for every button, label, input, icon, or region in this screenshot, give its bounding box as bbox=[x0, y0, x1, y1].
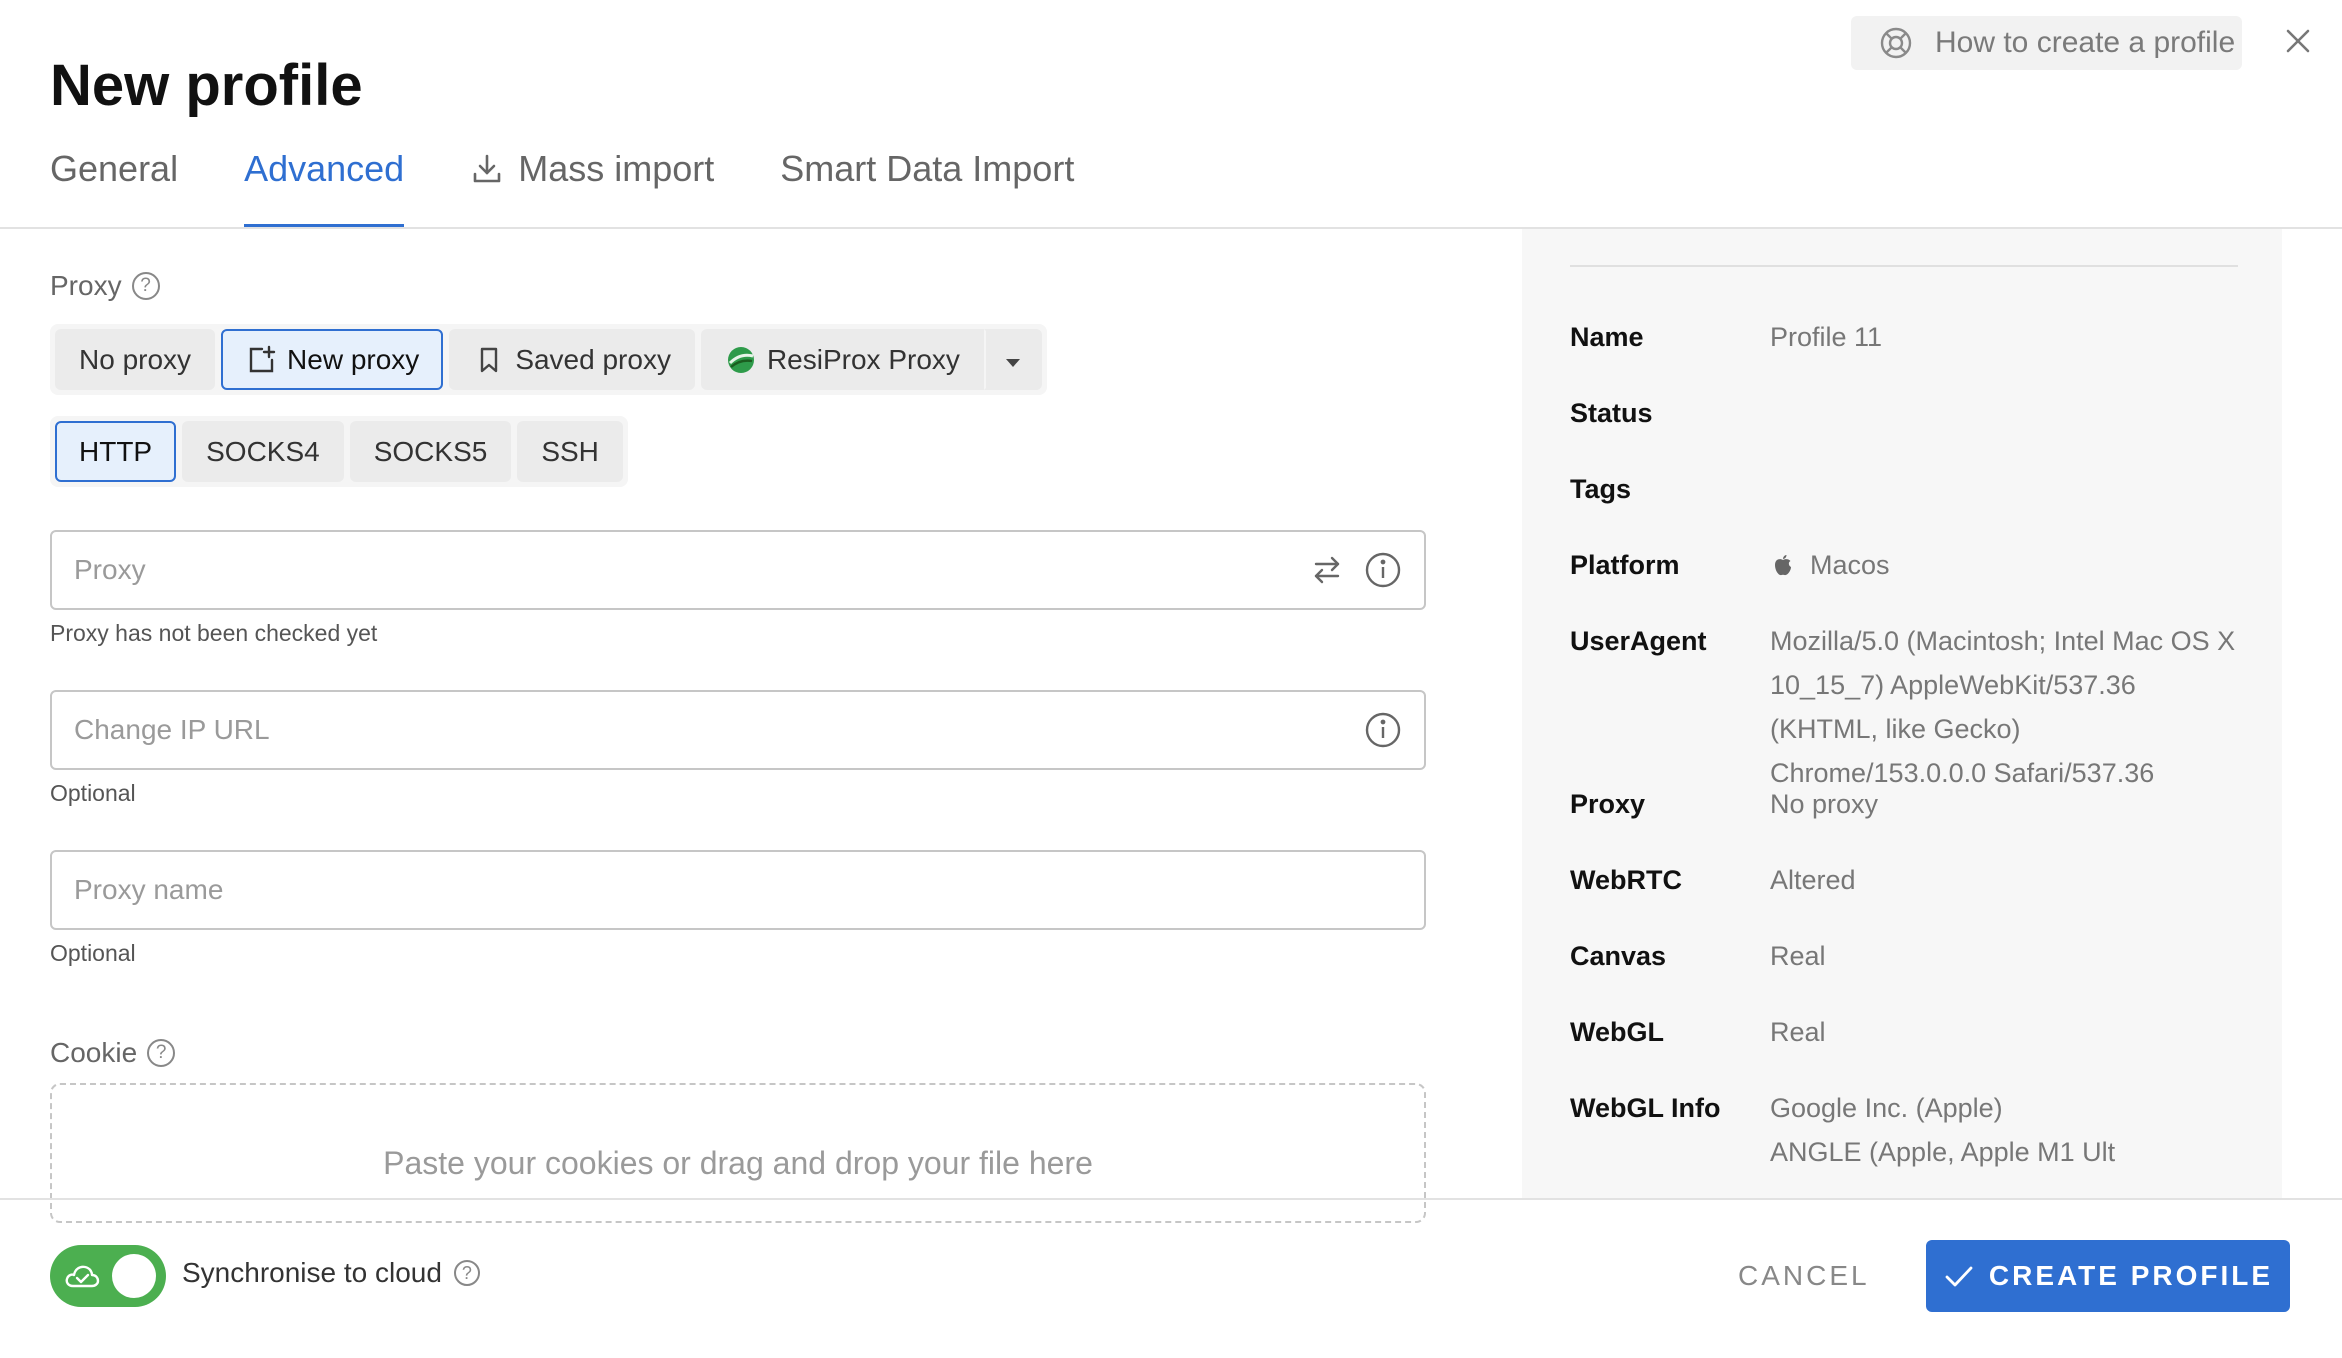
tab-smart-data-import[interactable]: Smart Data Import bbox=[780, 148, 1074, 228]
lifebuoy-icon bbox=[1879, 26, 1913, 60]
apple-icon bbox=[1770, 552, 1796, 578]
no-proxy-button[interactable]: No proxy bbox=[55, 329, 216, 390]
how-to-create-profile-label: How to create a profile bbox=[1935, 26, 2236, 59]
change-ip-url-hint: Optional bbox=[50, 780, 136, 806]
summary-row-name: Name Profile 11 bbox=[1570, 322, 1883, 352]
page-title: New profile bbox=[50, 53, 363, 118]
profile-summary-panel: Name Profile 11 Status Tags Platform Mac… bbox=[1522, 229, 2282, 1199]
swap-icon[interactable] bbox=[1308, 551, 1346, 589]
change-ip-url-field bbox=[50, 690, 1426, 770]
summary-row-proxy: Proxy No proxy bbox=[1570, 789, 1879, 819]
type-socks5-button[interactable]: SOCKS5 bbox=[349, 421, 512, 482]
cookie-dropzone-text: Paste your cookies or drag and drop your… bbox=[383, 1145, 1093, 1181]
bookmark-icon bbox=[473, 344, 505, 376]
cancel-button[interactable]: CANCEL bbox=[1738, 1240, 1870, 1312]
footer-divider bbox=[0, 1198, 2342, 1200]
new-proxy-button[interactable]: New proxy bbox=[221, 329, 444, 390]
saved-proxy-button[interactable]: Saved proxy bbox=[449, 329, 695, 390]
summary-row-platform: Platform Macos bbox=[1570, 550, 1890, 580]
help-icon[interactable]: ? bbox=[147, 1039, 176, 1067]
summary-row-useragent: UserAgent Mozilla/5.0 (Macintosh; Intel … bbox=[1570, 626, 2236, 788]
summary-row-webrtc: WebRTC Altered bbox=[1570, 865, 1856, 895]
sync-to-cloud-label: Synchronise to cloud ? bbox=[182, 1257, 480, 1289]
close-icon[interactable] bbox=[2283, 26, 2313, 56]
proxy-name-input[interactable] bbox=[74, 874, 1402, 906]
info-icon[interactable] bbox=[1364, 711, 1402, 749]
new-item-icon bbox=[245, 344, 277, 376]
proxy-type-selector: HTTP SOCKS4 SOCKS5 SSH bbox=[50, 416, 628, 487]
proxy-name-hint: Optional bbox=[50, 940, 136, 966]
help-icon[interactable]: ? bbox=[131, 272, 160, 300]
summary-row-webgl-renderer: ANGLE (Apple, Apple M1 Ult bbox=[1770, 1137, 2116, 1167]
checkmark-icon bbox=[1943, 1260, 1975, 1292]
tab-general[interactable]: General bbox=[50, 148, 178, 228]
type-http-button[interactable]: HTTP bbox=[55, 421, 177, 482]
proxy-field bbox=[50, 530, 1426, 610]
download-icon bbox=[470, 152, 504, 186]
summary-row-webgl: WebGL Real bbox=[1570, 1017, 1826, 1047]
proxy-mode-selector: No proxy New proxy Saved proxy ResiProx … bbox=[50, 324, 1047, 395]
tab-advanced[interactable]: Advanced bbox=[244, 148, 405, 228]
tab-mass-import[interactable]: Mass import bbox=[470, 148, 714, 228]
sync-to-cloud-toggle[interactable] bbox=[50, 1245, 166, 1307]
resiprox-proxy-button[interactable]: ResiProx Proxy bbox=[700, 329, 984, 390]
type-ssh-button[interactable]: SSH bbox=[517, 421, 623, 482]
proxy-input[interactable] bbox=[74, 554, 1290, 586]
tab-bar: General Advanced Mass import Smart Data … bbox=[50, 148, 1140, 228]
help-icon[interactable]: ? bbox=[453, 1260, 480, 1286]
divider bbox=[1570, 265, 2238, 267]
proxy-provider-dropdown[interactable] bbox=[983, 329, 1042, 390]
create-profile-button[interactable]: CREATE PROFILE bbox=[1926, 1240, 2290, 1312]
summary-row-webgl-info: WebGL Info Google Inc. (Apple) bbox=[1570, 1093, 2003, 1123]
proxy-section-label: Proxy ? bbox=[50, 270, 160, 302]
toggle-knob bbox=[112, 1254, 156, 1298]
type-socks4-button[interactable]: SOCKS4 bbox=[182, 421, 344, 482]
cookie-section-label: Cookie ? bbox=[50, 1037, 176, 1069]
summary-row-status: Status bbox=[1570, 398, 1653, 428]
proxy-name-field bbox=[50, 850, 1426, 930]
how-to-create-profile-button[interactable]: How to create a profile bbox=[1851, 16, 2242, 70]
cloud-check-icon bbox=[64, 1260, 100, 1292]
summary-row-tags: Tags bbox=[1570, 474, 1632, 504]
cookie-dropzone[interactable]: Paste your cookies or drag and drop your… bbox=[50, 1083, 1426, 1223]
change-ip-url-input[interactable] bbox=[74, 714, 1346, 746]
proxy-check-status: Proxy has not been checked yet bbox=[50, 620, 378, 646]
summary-row-canvas: Canvas Real bbox=[1570, 941, 1826, 971]
caret-down-icon bbox=[1004, 344, 1022, 376]
info-icon[interactable] bbox=[1364, 551, 1402, 589]
resiprox-logo-icon bbox=[725, 344, 757, 376]
